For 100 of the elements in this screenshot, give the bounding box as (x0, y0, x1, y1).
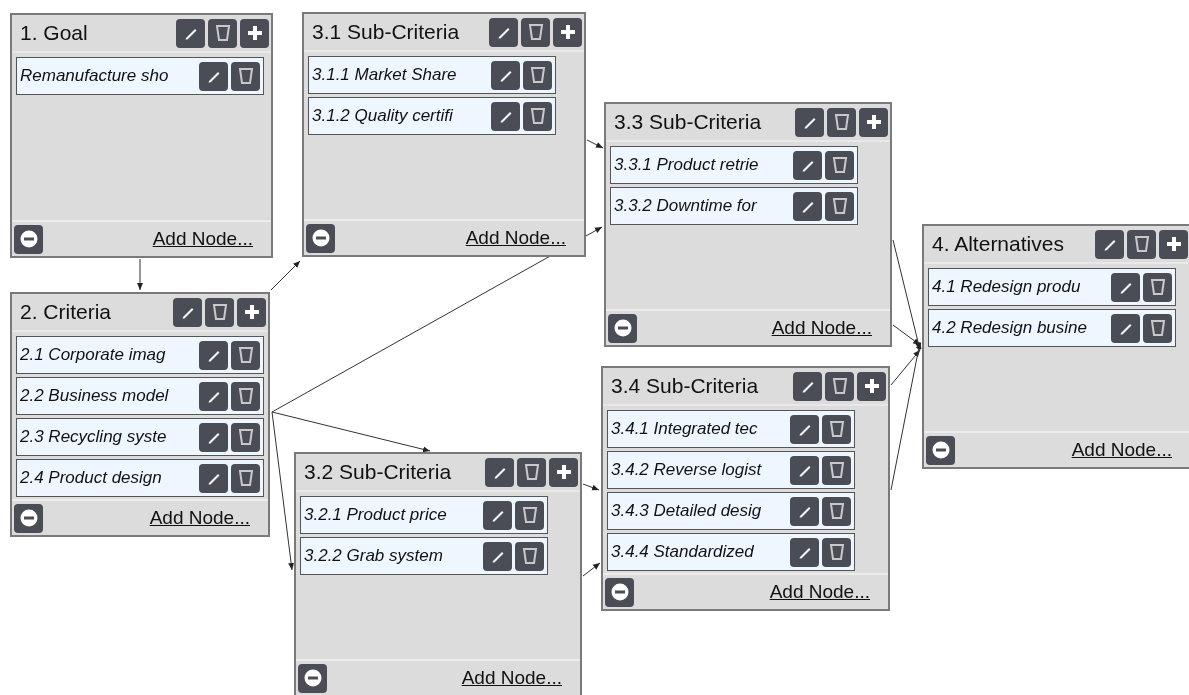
delete-button[interactable] (517, 457, 546, 487)
edit-button[interactable] (793, 191, 822, 221)
item-label: 3.1.1 Market Share (312, 65, 457, 85)
add-node-link[interactable]: Add Node... (461, 667, 562, 689)
delete-button[interactable] (231, 422, 260, 452)
minus-circle-icon (18, 229, 39, 249)
edit-button[interactable] (199, 422, 228, 452)
trash-icon (827, 501, 846, 521)
trash-icon (1132, 234, 1151, 254)
edit-button[interactable] (199, 61, 228, 91)
edit-button[interactable] (793, 150, 822, 180)
edit-button[interactable] (1111, 272, 1140, 302)
collapse-button[interactable] (926, 435, 955, 465)
edit-button[interactable] (199, 340, 228, 370)
delete-button[interactable] (825, 191, 854, 221)
add-button[interactable] (553, 17, 582, 47)
add-node-link[interactable]: Add Node... (465, 227, 566, 249)
add-button[interactable] (549, 457, 578, 487)
delete-button[interactable] (822, 455, 851, 485)
trash-icon (236, 345, 255, 365)
connector-arrow (586, 139, 604, 149)
edit-button[interactable] (1095, 229, 1124, 259)
plus-icon (862, 377, 881, 395)
add-node-link[interactable]: Add Node... (769, 581, 870, 603)
edit-button[interactable] (790, 414, 819, 444)
collapse-button[interactable] (605, 577, 634, 607)
add-button[interactable] (240, 18, 269, 48)
delete-button[interactable] (523, 60, 552, 90)
trash-icon (528, 106, 547, 126)
trash-icon (522, 462, 541, 482)
panel-title: 3.1 Sub-Criteria (312, 20, 460, 44)
edit-button[interactable] (790, 496, 819, 526)
delete-button[interactable] (822, 537, 851, 567)
edit-button[interactable] (1111, 313, 1140, 343)
panel-title: 2. Criteria (20, 300, 112, 324)
delete-button[interactable] (1143, 313, 1172, 343)
panel-title: 3.4 Sub-Criteria (611, 374, 759, 398)
delete-button[interactable] (827, 107, 856, 137)
delete-button[interactable] (822, 414, 851, 444)
edit-button[interactable] (491, 101, 520, 131)
delete-button[interactable] (1127, 229, 1156, 259)
plus-icon (554, 463, 573, 481)
trash-icon (210, 302, 229, 322)
delete-button[interactable] (515, 500, 544, 530)
panel-title: 4. Alternatives (932, 232, 1064, 256)
delete-button[interactable] (231, 381, 260, 411)
delete-button[interactable] (231, 340, 260, 370)
collapse-button[interactable] (608, 313, 637, 343)
plus-icon (245, 24, 264, 42)
delete-button[interactable] (825, 371, 854, 401)
delete-button[interactable] (205, 297, 234, 327)
item-label: 3.4.3 Detailed desig (611, 501, 762, 521)
edit-button[interactable] (176, 18, 205, 48)
trash-icon (236, 427, 255, 447)
delete-button[interactable] (515, 541, 544, 571)
add-node-link[interactable]: Add Node... (149, 507, 250, 529)
item-label: 4.2 Redesign busine (932, 318, 1087, 338)
edit-button[interactable] (483, 500, 512, 530)
add-node-link[interactable]: Add Node... (771, 317, 872, 339)
add-button[interactable] (237, 297, 266, 327)
collapse-button[interactable] (14, 224, 43, 254)
edit-button[interactable] (793, 371, 822, 401)
trash-icon (827, 419, 846, 439)
edit-button[interactable] (489, 17, 518, 47)
trash-icon (832, 112, 851, 132)
edit-button[interactable] (199, 381, 228, 411)
edit-button[interactable] (491, 60, 520, 90)
collapse-button[interactable] (298, 663, 327, 693)
delete-button[interactable] (822, 496, 851, 526)
minus-circle-icon (930, 440, 951, 460)
add-button[interactable] (1159, 229, 1188, 259)
edit-button[interactable] (483, 541, 512, 571)
delete-button[interactable] (521, 17, 550, 47)
edit-button[interactable] (795, 107, 824, 137)
delete-button[interactable] (231, 61, 260, 91)
edit-button[interactable] (790, 455, 819, 485)
plus-icon (864, 113, 883, 131)
add-button[interactable] (857, 371, 886, 401)
edit-button[interactable] (790, 537, 819, 567)
item-label: 2.2 Business model (20, 386, 169, 406)
add-node-link[interactable]: Add Node... (1071, 439, 1172, 461)
delete-button[interactable] (1143, 272, 1172, 302)
item-label: 2.4 Product design (20, 468, 162, 488)
collapse-button[interactable] (306, 223, 335, 253)
delete-button[interactable] (208, 18, 237, 48)
add-node-link[interactable]: Add Node... (152, 228, 253, 250)
item-label: Remanufacture sho (20, 66, 169, 86)
edit-button[interactable] (485, 457, 514, 487)
delete-button[interactable] (523, 101, 552, 131)
item-label: 3.4.1 Integrated tec (611, 419, 758, 439)
delete-button[interactable] (231, 463, 260, 493)
collapse-button[interactable] (14, 503, 43, 533)
delete-button[interactable] (825, 150, 854, 180)
trash-icon (827, 542, 846, 562)
add-button[interactable] (859, 107, 888, 137)
item-label: 3.2.2 Grab system (304, 546, 443, 566)
edit-button[interactable] (199, 463, 228, 493)
item-label: 3.3.2 Downtime for (614, 196, 757, 216)
minus-circle-icon (612, 318, 633, 338)
edit-button[interactable] (173, 297, 202, 327)
